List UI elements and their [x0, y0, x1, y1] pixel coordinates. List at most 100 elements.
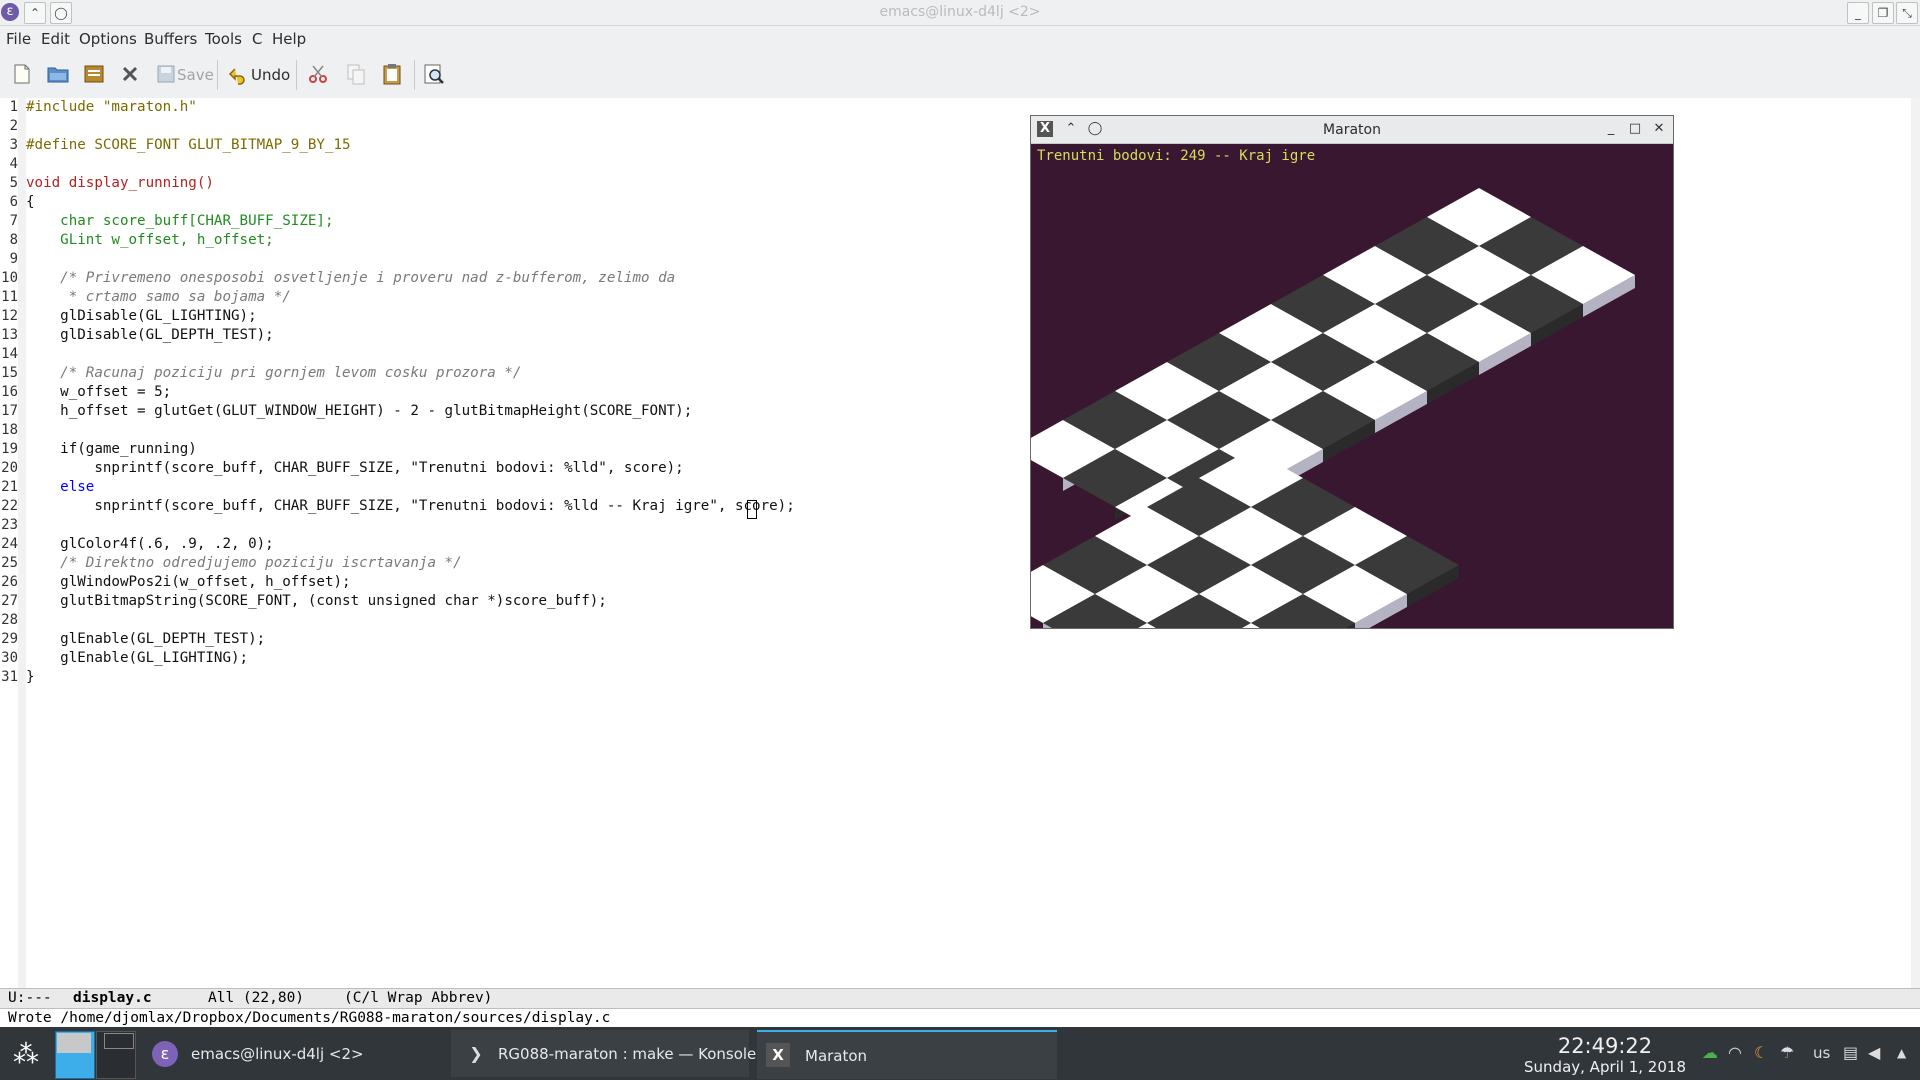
left-fringe — [18, 98, 26, 988]
line-number: 9 — [9, 251, 18, 267]
maraton-window[interactable]: X ⌃ ◯ Maraton _ □ ✕ Trenutni bodovi: 249… — [1030, 115, 1674, 629]
search-icon[interactable] — [422, 62, 446, 86]
new-file-icon[interactable] — [10, 62, 34, 86]
task-label: emacs@linux-d4lj <2> — [191, 1045, 364, 1063]
task-maraton[interactable]: X Maraton — [757, 1030, 1057, 1079]
terminal-icon: ❯ — [469, 1044, 483, 1063]
wifi-icon[interactable]: ◠ — [1728, 1043, 1742, 1062]
line-number: 19 — [1, 441, 18, 457]
menubar: File Edit Options Buffers Tools C Help — [0, 26, 1920, 52]
clock-time[interactable]: 22:49:22 — [1525, 1034, 1685, 1058]
copy-icon — [347, 64, 365, 85]
keyboard-layout[interactable]: us — [1813, 1044, 1830, 1062]
code-line[interactable]: char score_buff[CHAR_BUFF_SIZE]; — [26, 213, 333, 229]
clock-date[interactable]: Sunday, April 1, 2018 — [1505, 1058, 1705, 1076]
code-line[interactable]: glColor4f(.6, .9, .2, 0); — [26, 536, 274, 552]
paste-icon[interactable] — [380, 62, 404, 86]
menu-tools[interactable]: Tools — [205, 30, 242, 48]
code-line[interactable]: h_offset = glutGet(GLUT_WINDOW_HEIGHT) -… — [26, 403, 692, 419]
modeline-modes[interactable]: (C/l Wrap Abbrev) — [344, 990, 492, 1006]
menu-options[interactable]: Options — [79, 30, 137, 48]
code-line[interactable]: { — [26, 194, 35, 210]
menu-c[interactable]: C — [252, 30, 262, 48]
weather-icon[interactable]: ☂ — [1780, 1043, 1794, 1062]
code-line[interactable]: glutBitmapString(SCORE_FONT, (const unsi… — [26, 593, 607, 609]
line-number: 7 — [9, 213, 18, 229]
dired-icon[interactable] — [82, 62, 106, 86]
code-line[interactable]: /* Racunaj poziciju pri gornjem levom co… — [26, 365, 521, 381]
task-konsole[interactable]: ❯ RG088-maraton : make — Konsole — [451, 1030, 756, 1077]
maximize-button[interactable]: ❐ — [1872, 2, 1894, 24]
toolbar: Save Undo — [0, 52, 1920, 99]
code-line[interactable]: /* Privremeno onesposobi osvetljenje i p… — [26, 270, 675, 286]
code-line[interactable]: glDisable(GL_DEPTH_TEST); — [26, 327, 274, 343]
line-number: 21 — [1, 479, 18, 495]
window-titlebar: ε ⌃ ◯ emacs@linux-d4lj <2> _ ❐ ⤡ — [0, 0, 1920, 26]
clipboard-icon[interactable]: ▤ — [1843, 1043, 1858, 1062]
maraton-titlebar: X ⌃ ◯ Maraton _ □ ✕ — [1031, 116, 1673, 144]
toolbar-separator — [414, 60, 415, 90]
close-button[interactable]: ⤡ — [1896, 2, 1918, 24]
line-number: 12 — [1, 308, 18, 324]
menu-buffers[interactable]: Buffers — [144, 30, 197, 48]
task-label: Maraton — [805, 1047, 868, 1065]
line-number: 18 — [1, 422, 18, 438]
code-line[interactable]: glWindowPos2i(w_offset, h_offset); — [26, 574, 350, 590]
modeline-buffer-name[interactable]: display.c — [73, 990, 152, 1006]
line-number: 13 — [1, 327, 18, 343]
line-number: 30 — [1, 650, 18, 666]
line-number: 24 — [1, 536, 18, 552]
pager-desktop-2-window — [104, 1033, 134, 1049]
cloud-sync-icon[interactable]: ☁ — [1702, 1043, 1718, 1062]
line-number: 6 — [9, 194, 18, 210]
code-line[interactable]: w_offset = 5; — [26, 384, 171, 400]
night-color-icon[interactable]: ☾ — [1754, 1043, 1768, 1062]
minimize-button[interactable]: _ — [1847, 2, 1869, 24]
task-label: RG088-maraton : make — Konsole — [498, 1045, 757, 1063]
line-number: 17 — [1, 403, 18, 419]
line-number: 29 — [1, 631, 18, 647]
code-line[interactable]: } — [26, 669, 35, 685]
mode-line[interactable]: U:--- display.c All (22,80) (C/l Wrap Ab… — [0, 988, 1920, 1009]
close-button[interactable]: ✕ — [1651, 121, 1667, 137]
text-cursor — [747, 500, 757, 519]
code-line[interactable]: snprintf(score_buff, CHAR_BUFF_SIZE, "Tr… — [26, 498, 794, 514]
code-line[interactable]: snprintf(score_buff, CHAR_BUFF_SIZE, "Tr… — [26, 460, 683, 476]
code-line[interactable]: glDisable(GL_LIGHTING); — [26, 308, 256, 324]
line-number: 11 — [1, 289, 18, 305]
code-line[interactable]: #define SCORE_FONT GLUT_BITMAP_9_BY_15 — [26, 137, 351, 153]
code-line[interactable]: glEnable(GL_LIGHTING); — [26, 650, 248, 666]
volume-icon[interactable]: ◀ — [1868, 1043, 1880, 1062]
menu-help[interactable]: Help — [272, 30, 306, 48]
save-icon — [157, 65, 175, 83]
code-line[interactable]: GLint w_offset, h_offset; — [26, 232, 274, 248]
code-line[interactable]: /* Direktno odredjujemo poziciju iscrtav… — [26, 555, 461, 571]
code-line[interactable]: else — [26, 479, 94, 495]
application-launcher-icon[interactable]: ⁂ — [8, 1037, 44, 1073]
code-line[interactable]: #include "maraton.h" — [26, 99, 197, 115]
line-number: 22 — [1, 498, 18, 514]
line-number: 26 — [1, 574, 18, 590]
minimize-button[interactable]: _ — [1603, 121, 1619, 137]
undo-icon[interactable] — [226, 62, 250, 86]
line-number: 10 — [1, 270, 18, 286]
line-number: 1 — [9, 99, 18, 115]
task-emacs[interactable]: ε emacs@linux-d4lj <2> — [148, 1030, 444, 1077]
menu-file[interactable]: File — [6, 30, 31, 48]
maximize-button[interactable]: □ — [1627, 121, 1643, 137]
code-line[interactable]: void display_running() — [26, 175, 214, 191]
close-buffer-icon[interactable] — [118, 62, 142, 86]
tray-expand-icon[interactable]: ▲ — [1897, 1046, 1906, 1060]
line-number: 16 — [1, 384, 18, 400]
game-scene[interactable] — [1031, 144, 1673, 628]
cut-icon[interactable] — [306, 62, 330, 86]
line-number: 4 — [9, 156, 18, 172]
save-button: Save — [177, 66, 214, 84]
menu-edit[interactable]: Edit — [41, 30, 70, 48]
code-line[interactable]: glEnable(GL_DEPTH_TEST); — [26, 631, 265, 647]
undo-button[interactable]: Undo — [251, 66, 290, 84]
code-line[interactable]: * crtamo samo sa bojama */ — [26, 289, 291, 305]
code-line[interactable]: if(game_running) — [26, 441, 197, 457]
open-folder-icon[interactable] — [46, 62, 70, 86]
line-number: 15 — [1, 365, 18, 381]
